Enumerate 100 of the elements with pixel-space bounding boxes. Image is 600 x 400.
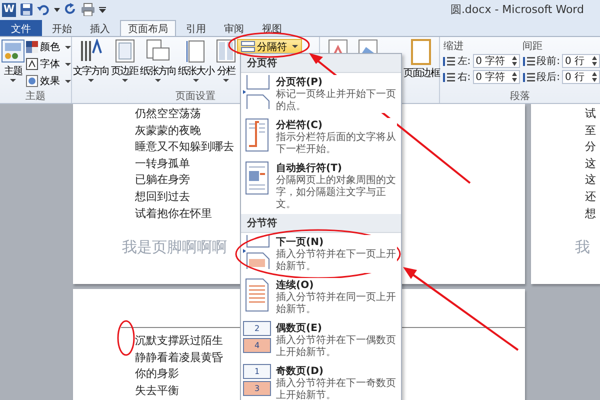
menu-item-description: 插入分节符并在同一页上开始新节。 [276,292,397,316]
window-title: 圆.docx - Microsoft Word [450,2,584,17]
page-setup-button[interactable]: 纸张方向 [139,39,177,82]
menu-item[interactable]: 1 3 奇数页(D) 插入分节符并在下一奇数页上开始新节。 [241,362,401,400]
ribbon-tab[interactable]: 引用 [178,20,214,36]
field-label: 段后: [536,70,560,84]
spacing-icon [522,56,535,66]
ribbon-tab[interactable]: 开始 [44,20,80,36]
menu-item[interactable]: 2 4 偶数页(E) 插入分节符并在下一偶数页上开始新节。 [241,319,401,362]
body-text-line: 分 [585,139,596,156]
spinner-arrows-icon[interactable] [512,72,517,82]
menu-item-title: 分栏符(C) [276,118,397,132]
spacing-icon [443,72,456,82]
page-setup-button[interactable]: 文字方向 [72,39,110,82]
section-label: 间距 [522,40,544,52]
body-text-line: 至 [585,122,596,139]
body-text-line: 还 [585,188,596,205]
text-direction-icon [79,39,103,63]
field-label: 左: [457,55,471,68]
theme-option-button[interactable]: 字体 [26,56,71,72]
page-size-icon [186,39,206,63]
spinner-arrows-icon[interactable] [592,72,597,82]
field-label: 右: [457,71,471,84]
body-text-line: 仍然空空荡荡 [135,106,201,122]
group-label: 段落 [510,91,530,103]
theme-option-button[interactable]: 效果 [26,73,71,89]
page-break-icon [243,75,271,109]
body-text-line: 想 [585,206,596,222]
menu-item[interactable]: 分栏符(C) 指示分栏符后面的文字将从下一栏开始。 [241,116,401,159]
body-text-line: 想回到过去 [135,188,190,205]
themes-button[interactable]: 主题 [0,39,26,82]
footer-text: 我 [575,238,590,258]
menu-section-heading: 分页符 [241,54,401,73]
menu-item[interactable]: 连续(O) 插入分节符并在同一页上开始新节。 [241,276,401,319]
spacing-icon [522,72,535,82]
field-label: 段前: [536,55,560,68]
body-text-line: 静静看着凌晨黄昏 [135,350,223,366]
body-text-line: 一转身孤单 [135,156,190,172]
continuous-section-icon [243,278,271,312]
menu-item-description: 分隔网页上的对象周围的文字，如分隔题注文字与正文。 [276,175,397,211]
spinner-field[interactable]: 0 字符 [472,54,520,68]
menu-item-description: 插入分节符并在下一偶数页上开始新节。 [276,335,397,359]
effects-icon [26,75,38,87]
ribbon-tab[interactable]: 审阅 [216,20,252,36]
menu-item[interactable]: 下一页(N) 插入分节符并在下一页上开始新节。 [241,233,401,276]
columns-icon [216,39,236,63]
menu-item[interactable]: 自动换行符(T) 分隔网页上的对象周围的文字，如分隔题注文字与正文。 [241,159,401,214]
menu-section-heading: 分节符 [241,214,401,233]
font-icon [26,58,38,70]
customize-caret-icon[interactable] [99,6,106,12]
menu-item-description: 指示分栏符后面的文字将从下一栏开始。 [276,132,397,156]
footer-text: 我是页脚啊啊啊 [122,238,227,258]
word-app-icon[interactable]: W [2,2,16,16]
group-label: 页面设置 [175,91,216,103]
breaks-button[interactable]: 分隔符 [237,39,302,54]
spinner-arrows-icon[interactable] [592,56,597,66]
menu-item-description: 插入分节符并在下一页上开始新节。 [276,249,397,273]
undo-icon[interactable] [37,3,50,16]
section-label: 缩进 [443,40,464,52]
ribbon-tab[interactable]: 页面布局 [120,20,176,36]
file-tab[interactable]: 文件 [0,20,42,36]
column-break-icon [243,118,271,152]
spinner-field[interactable]: 0 字符 [472,70,520,84]
orientation-icon [146,39,170,63]
body-text-line: 试 [585,106,596,122]
annotation-ellipse [117,320,135,356]
body-text-line: 这 [585,156,596,172]
save-icon[interactable] [20,3,33,16]
group-label: 主题 [26,91,46,103]
spinner-field[interactable]: 0 行 [562,54,600,68]
next-page-icon [243,235,271,269]
body-text-line: 已躺在身旁 [135,172,190,188]
menu-item-description: 插入分节符并在下一奇数页上开始新节。 [276,378,397,400]
page-borders-button[interactable]: 页面边框 [402,39,440,80]
page-setup-button[interactable]: 纸张大小 [177,39,215,82]
menu-item-title: 下一页(N) [276,235,397,249]
caret-icon[interactable] [54,8,60,12]
ribbon-tab[interactable]: 插入 [82,20,118,36]
body-text-line: 沉默支撑跃过陌生 [135,333,223,349]
menu-item-description: 标记一页终止并开始下一页的点。 [276,89,397,113]
page-setup-button[interactable]: 页边距 [110,39,139,82]
page-setup-button[interactable]: 分栏 [215,39,237,82]
body-text-line: 试着抱你在怀里 [135,206,212,222]
body-text-line: 你的身影 [135,366,179,382]
redo-icon[interactable] [64,3,77,16]
theme-option-button[interactable]: 颜色 [26,39,71,55]
themes-icon [1,39,25,63]
page-border-icon [411,39,432,65]
text-wrapping-icon [243,161,271,195]
color-swatch-icon [26,41,38,53]
body-text-line: 这 [585,172,596,188]
printer-icon[interactable] [81,3,95,16]
body-text-line: 失去平衡 [135,382,179,399]
body-text-line: 睡意又不知躲到哪去 [135,139,234,156]
body-text-line: 灰蒙蒙的夜晚 [135,122,201,139]
margins-icon [114,39,134,63]
menu-item[interactable]: 分页符(P) 标记一页终止并开始下一页的点。 [241,73,401,116]
spinner-field[interactable]: 0 行 [562,70,600,84]
spacing-icon [443,56,456,66]
spinner-arrows-icon[interactable] [512,56,517,66]
